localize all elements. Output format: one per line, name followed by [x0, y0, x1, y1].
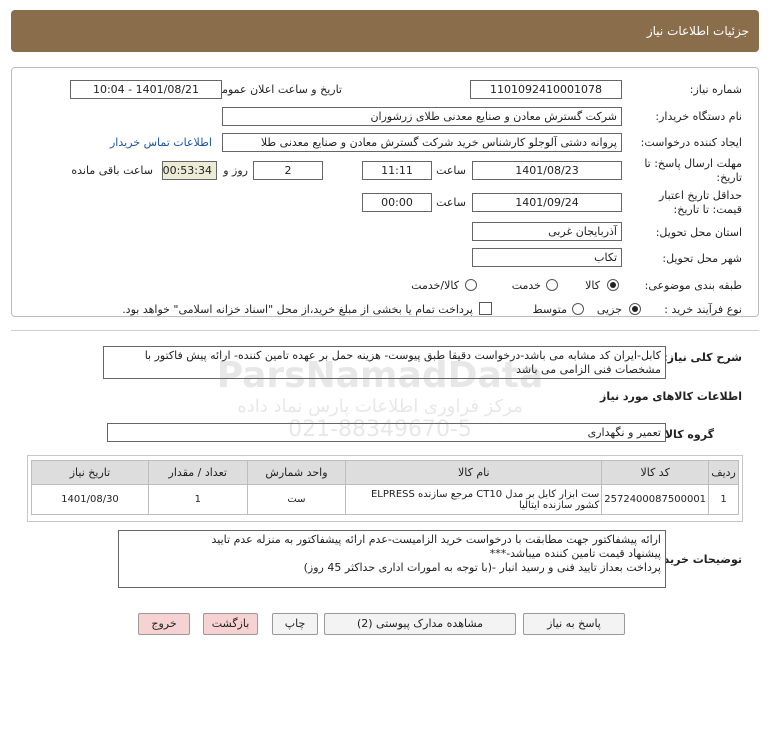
buyer-notes-line-3: پرداخت بعداز تایید فنی و رسید انبار -(با… — [303, 561, 661, 574]
description-label: شرح کلی نیاز: — [663, 351, 742, 364]
category-label: طبقه بندی موضوعی: — [644, 279, 742, 292]
days-label: روز و — [223, 164, 248, 177]
creator-label: ایجاد کننده درخواست: — [640, 136, 742, 149]
col-code: کد کالا — [601, 460, 710, 485]
need-number-label: شماره نیاز: — [689, 83, 742, 96]
treasury-checkbox[interactable] — [479, 302, 492, 315]
col-row: ردیف — [708, 460, 739, 485]
validity-time-label: ساعت — [436, 196, 466, 209]
treasury-note: پرداخت تمام یا بخشی از مبلغ خرید،از محل … — [122, 303, 473, 316]
col-qty: تعداد / مقدار — [147, 460, 248, 485]
deadline-date-field: 1401/08/23 — [472, 161, 622, 180]
process-label: نوع فرآیند خرید : — [664, 303, 742, 316]
description-field: کابل-ایران کد مشابه می باشد-درخواست دقیق… — [103, 346, 666, 379]
city-label: شهر محل تحویل: — [662, 252, 742, 265]
cell-name: ست ابزار کابل بر مدل CT10 مرجع سازنده EL… — [345, 484, 603, 515]
validity-label: حداقل تاریخ اعتبار قیمت: تا تاریخ: — [658, 189, 742, 216]
process-medium-label: متوسط — [532, 303, 567, 316]
category-both-radio[interactable] — [465, 279, 477, 291]
cell-code: 2572400087500001 — [601, 484, 710, 515]
cell-row: 1 — [708, 484, 739, 515]
category-service-radio[interactable] — [546, 279, 558, 291]
attachments-button[interactable]: مشاهده مدارک پیوستی (2) — [324, 613, 516, 635]
category-goods-label: کالا — [585, 279, 600, 292]
back-button[interactable]: بازگشت — [203, 613, 258, 635]
validity-time-field: 00:00 — [362, 193, 432, 212]
process-partial-radio[interactable] — [629, 303, 641, 315]
page-header: جزئیات اطلاعات نیاز — [11, 10, 759, 52]
process-partial-label: جزیی — [596, 303, 622, 316]
announce-field: 1401/08/21 - 10:04 — [70, 80, 222, 99]
col-unit: واحد شمارش — [246, 460, 347, 485]
print-button[interactable]: چاپ — [272, 613, 318, 635]
province-field: آذربایجان غربی — [472, 222, 622, 241]
city-field: تکاب — [472, 248, 622, 267]
goods-table: ردیف کد کالا نام کالا واحد شمارش تعداد /… — [31, 460, 739, 515]
validity-date-field: 1401/09/24 — [472, 193, 622, 212]
category-service-label: خدمت — [511, 279, 541, 292]
page-title: جزئیات اطلاعات نیاز — [646, 24, 749, 38]
buyer-notes-line-1: ارائه پیشفاکتور جهت مطابقت با درخواست خر… — [211, 533, 661, 546]
cell-unit: ست — [246, 484, 347, 515]
need-number-field: 1101092410001078 — [470, 80, 622, 99]
cell-qty: 1 — [147, 484, 248, 515]
deadline-time-label: ساعت — [436, 164, 466, 177]
cell-date: 1401/08/30 — [31, 484, 149, 515]
process-medium-radio[interactable] — [572, 303, 584, 315]
province-label: استان محل تحویل: — [655, 226, 742, 239]
exit-button[interactable]: خروج — [138, 613, 190, 635]
deadline-time-field: 11:11 — [362, 161, 432, 180]
contact-info-link[interactable]: اطلاعات تماس خریدار — [110, 136, 212, 149]
buyer-notes-field: ارائه پیشفاکتور جهت مطابقت با درخواست خر… — [118, 530, 666, 588]
remaining-label: ساعت باقی مانده — [71, 164, 153, 177]
goods-group-field: تعمیر و نگهداری — [107, 423, 666, 442]
goods-section-title: اطلاعات کالاهای مورد نیاز — [600, 390, 742, 403]
creator-field: پروانه دشتی آلوجلو کارشناس خرید شرکت گست… — [222, 133, 622, 152]
col-name: نام کالا — [345, 460, 603, 485]
days-field: 2 — [253, 161, 323, 180]
buyer-org-label: نام دستگاه خریدار: — [655, 110, 742, 123]
watermark-subtitle: مرکز فراوری اطلاعات پارس نماد داده — [237, 396, 523, 417]
buyer-notes-line-2: پیشنهاد قیمت تامین کننده میباشد-*** — [489, 547, 661, 560]
deadline-label: مهلت ارسال پاسخ: تا تاریخ: — [644, 157, 742, 184]
col-date: تاریخ نیاز — [31, 460, 149, 485]
remaining-time-field: 00:53:34 — [162, 161, 217, 180]
buyer-org-field: شرکت گسترش معادن و صنایع معدنی طلای زرشو… — [222, 107, 622, 126]
reply-button[interactable]: پاسخ به نیاز — [523, 613, 625, 635]
announce-label: تاریخ و ساعت اعلان عمومی: — [209, 83, 342, 96]
goods-group-label: گروه کالا: — [660, 428, 714, 441]
category-both-label: کالا/خدمت — [411, 279, 459, 292]
table-row: 1 2572400087500001 ست ابزار کابل بر مدل … — [31, 484, 739, 515]
category-goods-radio[interactable] — [607, 279, 619, 291]
